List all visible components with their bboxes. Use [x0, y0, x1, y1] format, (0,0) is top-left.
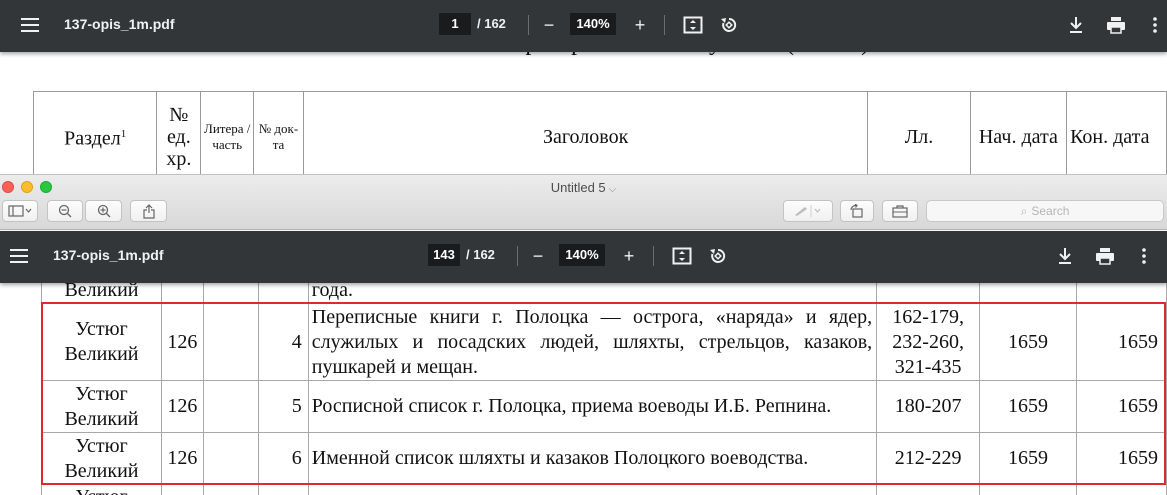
cell-end-date: 1659 [1076, 380, 1167, 433]
menu-icon[interactable] [10, 249, 28, 263]
cell-end-date: 1659 [1076, 303, 1167, 381]
rotate-icon [850, 204, 863, 218]
header-section: Раздел1 [32, 91, 158, 174]
cell-section: Устюг [41, 484, 162, 495]
table-row: Устюг Великий 126 4 Переписные книги г. … [41, 303, 1167, 381]
cell-end-date: 1659 [1076, 432, 1167, 485]
zoom-in-button[interactable] [85, 200, 122, 222]
cell-litera [202, 303, 259, 381]
zoom-in-icon[interactable]: + [617, 244, 641, 268]
rotate-icon[interactable] [717, 13, 741, 37]
pen-icon [795, 205, 821, 217]
download-icon[interactable] [1053, 244, 1077, 268]
zoom-out-button[interactable] [47, 200, 83, 222]
cell-sheets: 180-207 [876, 380, 981, 433]
page-total: / 162 [466, 247, 495, 262]
cell-title: года. [307, 282, 878, 304]
cell-start-date: 1659 [979, 380, 1077, 433]
pdf-toolbar-bottom: 137-opis_1m.pdf 143 / 162 − 140% + [0, 231, 1167, 283]
header-title: Заголовок [302, 91, 869, 174]
search-icon: ⌕ [1020, 203, 1028, 218]
page-number-input[interactable]: 1 [439, 13, 471, 35]
cell-litera [202, 432, 259, 485]
pdf-page-bottom: Великий года. Устюг Великий 126 4 Перепи… [0, 282, 1167, 495]
zoom-level-input[interactable]: 140% [570, 13, 616, 35]
search-input[interactable]: ⌕ Search [926, 200, 1164, 222]
zoom-out-icon [58, 204, 72, 218]
toolbar-divider [528, 15, 529, 35]
header-doc-no: № док-та [253, 91, 304, 174]
rotate-icon[interactable] [706, 244, 730, 268]
header-table: Раздел1 № ед. хр. Литера / часть № док-т… [32, 91, 1167, 174]
cell-title: Переписные книги г. Полоцка — острога, «… [307, 303, 878, 381]
header-end-date: Кон. дата [1066, 91, 1167, 174]
header-sheets: Лл. [867, 91, 971, 174]
cell-section: Устюг Великий [41, 380, 162, 433]
zoom-in-icon[interactable]: + [628, 13, 652, 37]
cell-unit: 126 [160, 432, 204, 485]
cell-litera [202, 380, 259, 433]
table-row: Устюг [41, 484, 1167, 495]
toolbar-divider [653, 246, 654, 266]
print-icon[interactable] [1104, 13, 1128, 37]
header-unit-no: № ед. хр. [156, 91, 202, 174]
cell-title: Росписной список г. Полоцка, приема воев… [307, 380, 878, 433]
zoom-out-icon[interactable]: − [526, 244, 550, 268]
window-title[interactable]: Untitled 5 ⌵ [0, 180, 1167, 195]
zoom-out-icon[interactable]: − [537, 13, 561, 37]
sidebar-toggle-button[interactable] [2, 200, 38, 222]
pdf-filename: 137-opis_1m.pdf [64, 16, 175, 32]
rotate-button[interactable] [840, 200, 874, 222]
table-row: Великий года. [41, 282, 1167, 304]
cell-doc: 4 [257, 303, 309, 381]
fit-page-icon[interactable] [681, 13, 705, 37]
print-icon[interactable] [1093, 244, 1117, 268]
toolbar-divider [664, 15, 665, 35]
cell-sheets: 162-179, 232-260, 321-435 [876, 303, 981, 381]
download-icon[interactable] [1064, 13, 1088, 37]
cell-start-date: 1659 [979, 432, 1077, 485]
fit-page-icon[interactable] [670, 244, 694, 268]
sidebar-icon [8, 205, 32, 217]
header-litera: Литера / часть [200, 91, 255, 174]
more-options-icon[interactable] [1132, 244, 1156, 268]
cell-title: Именной список шляхты и казаков Полоцког… [307, 432, 878, 485]
document-table: Великий года. Устюг Великий 126 4 Перепи… [41, 282, 1167, 495]
table-row: Устюг Великий 126 5 Росписной список г. … [41, 380, 1167, 433]
zoom-level-input[interactable]: 140% [559, 244, 605, 266]
cell-doc: 6 [257, 432, 309, 485]
pdf-filename: 137-opis_1m.pdf [53, 247, 164, 263]
header-start-date: Нач. дата [969, 91, 1068, 174]
pdf-toolbar-top: 137-opis_1m.pdf 1 / 162 − 140% + [0, 0, 1167, 52]
cell-sheets: 212-229 [876, 432, 981, 485]
cell-start-date: 1659 [979, 303, 1077, 381]
table-row: Устюг Великий 126 6 Именной список шляхт… [41, 432, 1167, 485]
cell-section: Устюг Великий [41, 303, 162, 381]
toolbar-divider [517, 246, 518, 266]
page-total: / 162 [477, 16, 506, 31]
chevron-down-icon: ⌵ [608, 184, 617, 195]
share-button[interactable] [130, 200, 167, 222]
mac-window-titlebar: Untitled 5 ⌵ ⌕ Search [0, 174, 1167, 230]
toolbox-button[interactable] [882, 200, 918, 222]
cell-section: Великий [41, 282, 162, 304]
cell-unit: 126 [160, 303, 204, 381]
cell-unit: 126 [160, 380, 204, 433]
toolbox-icon [892, 204, 908, 218]
cell-section: Устюг Великий [41, 432, 162, 485]
more-options-icon[interactable] [1143, 13, 1167, 37]
share-icon [142, 203, 155, 219]
markup-button[interactable] [783, 200, 833, 222]
menu-icon[interactable] [21, 18, 39, 32]
page-number-input[interactable]: 143 [428, 244, 460, 266]
zoom-in-icon [97, 204, 110, 218]
cell-doc: 5 [257, 380, 309, 433]
